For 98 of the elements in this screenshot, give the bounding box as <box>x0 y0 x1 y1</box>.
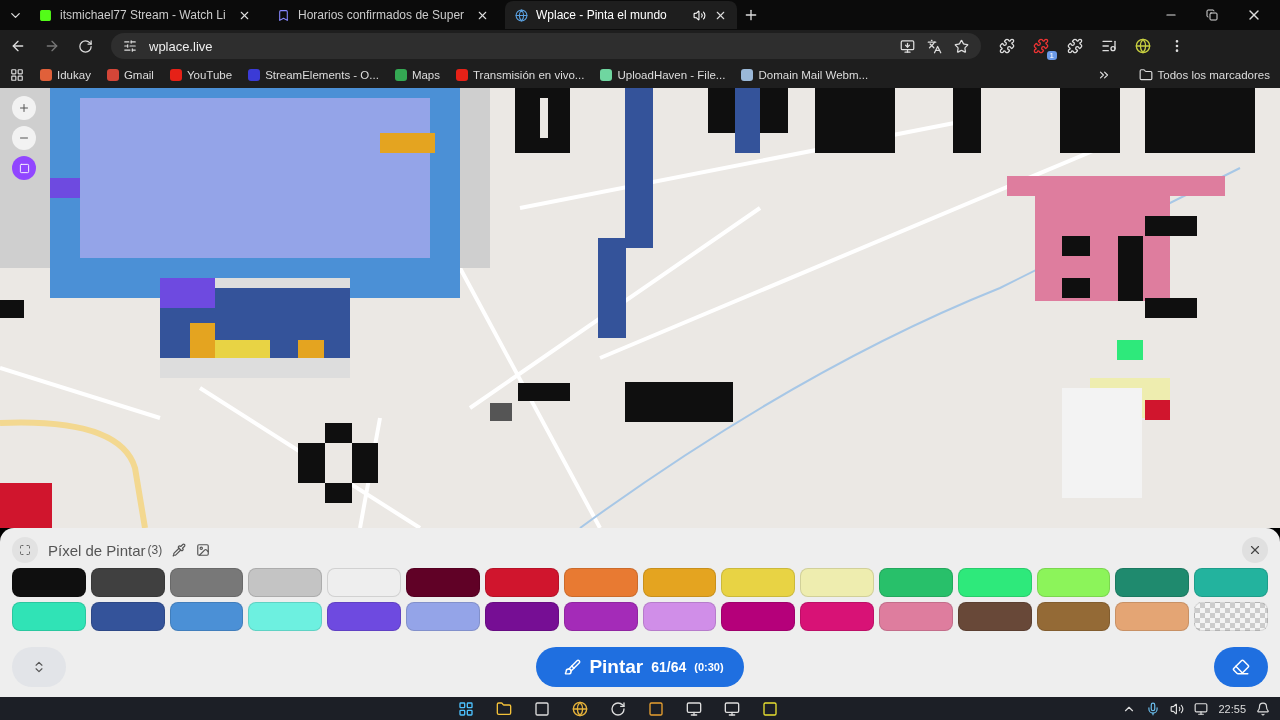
taskbar-app-icon[interactable] <box>610 700 626 717</box>
close-button[interactable] <box>1242 537 1268 563</box>
color-swatch[interactable] <box>169 568 244 597</box>
restore-button[interactable] <box>1206 7 1218 23</box>
clock-time[interactable]: 22:55 <box>1218 702 1246 715</box>
color-swatch[interactable] <box>563 602 638 631</box>
folder-icon <box>1138 68 1153 82</box>
bookmark-star-icon[interactable] <box>954 38 969 54</box>
bookmark-link[interactable]: Transmisión en vivo... <box>456 69 585 81</box>
color-swatch[interactable] <box>484 568 559 597</box>
taskbar-app-icon[interactable] <box>686 700 702 717</box>
panel-title: Píxel de Pintar <box>48 541 146 559</box>
url-text: wplace.live <box>149 38 214 54</box>
paint-button[interactable]: Pintar 61/64 (0:30) <box>536 647 744 687</box>
taskbar-app-icon[interactable] <box>534 700 550 717</box>
color-swatch[interactable] <box>957 602 1032 631</box>
color-swatch[interactable] <box>642 602 717 631</box>
image-icon[interactable] <box>196 543 211 557</box>
color-swatch[interactable] <box>957 568 1032 597</box>
taskbar-app-icon[interactable] <box>762 700 778 717</box>
color-swatch[interactable] <box>1036 602 1111 631</box>
eraser-icon <box>1232 658 1250 676</box>
color-swatch[interactable] <box>248 602 323 631</box>
network-icon[interactable] <box>1194 701 1209 716</box>
install-icon[interactable] <box>900 38 915 54</box>
extensions-icon[interactable] <box>1067 38 1083 54</box>
plus-icon <box>743 7 759 23</box>
color-swatch[interactable] <box>406 568 480 597</box>
bookmark-link[interactable]: Domain Mail Webm... <box>741 69 869 81</box>
color-swatch[interactable] <box>327 568 402 597</box>
color-swatch[interactable] <box>721 602 796 631</box>
color-swatch[interactable] <box>12 568 86 597</box>
pixel-count: (3) <box>147 543 163 557</box>
all-bookmarks-link[interactable]: Todos los marcadores <box>1138 68 1270 82</box>
tab-title: itsmichael77 Stream - Watch Li <box>60 8 227 22</box>
speaker-icon[interactable] <box>693 8 706 22</box>
tab-title: Wplace - Pinta el mundo <box>536 8 668 22</box>
site-settings-icon[interactable] <box>123 39 137 53</box>
profile-icon[interactable] <box>1135 38 1151 54</box>
start-icon[interactable] <box>458 700 474 717</box>
color-swatch[interactable] <box>642 568 717 597</box>
color-swatch[interactable] <box>800 602 874 631</box>
tab-favicon-icon <box>39 8 52 22</box>
color-swatch[interactable] <box>1115 568 1190 597</box>
browser-tab[interactable]: itsmichael77 Stream - Watch Li <box>29 1 261 29</box>
restore-icon <box>1206 9 1218 21</box>
color-swatch[interactable] <box>1036 568 1111 597</box>
media-controls-icon[interactable] <box>1101 38 1117 54</box>
color-swatch[interactable] <box>721 568 796 597</box>
bookmark-link[interactable]: UploadHaven - File... <box>600 69 726 81</box>
color-swatch[interactable] <box>90 602 165 631</box>
color-swatch[interactable] <box>169 602 244 631</box>
brush-icon <box>564 658 582 676</box>
color-swatch[interactable] <box>1194 568 1268 597</box>
color-swatch[interactable] <box>1115 602 1190 631</box>
eraser-button[interactable] <box>1214 647 1268 687</box>
bookmark-link[interactable]: StreamElements - O... <box>248 69 379 81</box>
bookmark-link[interactable]: Maps <box>394 69 440 81</box>
back-button[interactable] <box>10 38 26 54</box>
color-swatch[interactable] <box>327 602 402 631</box>
color-swatch[interactable] <box>248 568 323 597</box>
apps-icon[interactable] <box>10 68 24 82</box>
color-swatch[interactable] <box>406 602 480 631</box>
eyedropper-icon[interactable] <box>172 543 187 557</box>
microphone-icon[interactable] <box>1146 701 1161 716</box>
color-swatch[interactable] <box>878 568 953 597</box>
transparent-swatch[interactable] <box>1194 602 1268 631</box>
taskbar-app-icon[interactable] <box>724 700 740 717</box>
globe-icon <box>515 8 528 22</box>
new-tab-button[interactable] <box>743 7 759 23</box>
color-swatch[interactable] <box>563 568 638 597</box>
bookmark-link[interactable]: Gmail <box>106 69 154 81</box>
fullscreen-button[interactable] <box>12 537 38 563</box>
bookmark-link[interactable]: YouTube <box>169 69 233 81</box>
browser-tab[interactable]: Wplace - Pinta el mundo <box>505 1 737 29</box>
plus-icon <box>18 102 30 114</box>
color-swatch[interactable] <box>12 602 86 631</box>
reload-icon <box>78 38 93 54</box>
forward-arrow-icon <box>44 38 60 54</box>
color-swatch[interactable] <box>878 602 953 631</box>
volume-icon[interactable] <box>1170 701 1185 716</box>
reload-button[interactable] <box>78 38 93 54</box>
color-swatch[interactable] <box>90 568 165 597</box>
taskbar-app-icon[interactable] <box>648 700 664 717</box>
tab-title: Horarios confirmados de Super <box>298 8 466 22</box>
browser-tab[interactable]: Horarios confirmados de Super <box>267 1 499 29</box>
address-bar[interactable]: wplace.live <box>111 33 981 59</box>
tab-favicon-icon <box>277 8 290 22</box>
file-explorer-icon[interactable] <box>496 700 512 717</box>
color-swatch[interactable] <box>484 602 559 631</box>
close-icon <box>1248 543 1262 557</box>
translate-icon[interactable] <box>927 38 942 54</box>
color-swatch[interactable] <box>800 568 874 597</box>
notification-badge: 1 <box>1046 51 1057 60</box>
notification-icon[interactable] <box>1256 701 1270 716</box>
fullscreen-icon <box>19 544 31 556</box>
forward-button[interactable] <box>44 38 60 54</box>
bookmark-link[interactable]: Idukay <box>40 69 91 81</box>
